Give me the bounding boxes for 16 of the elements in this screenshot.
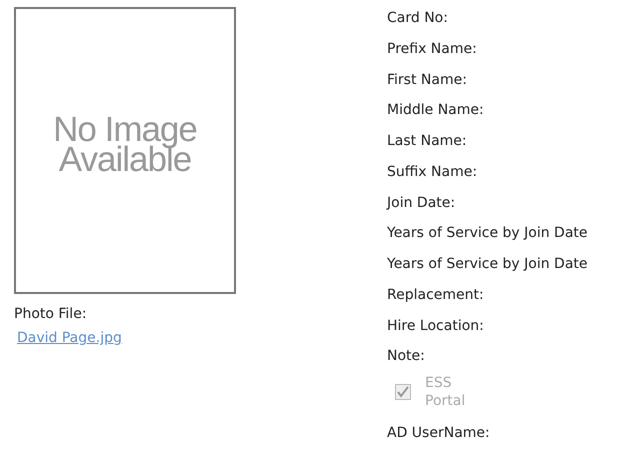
photo-file-label: Photo File: bbox=[14, 306, 88, 322]
field-label: AD UserName: bbox=[387, 424, 491, 444]
field-label: Middle Name: bbox=[387, 101, 485, 120]
field-label: Card No: bbox=[387, 9, 449, 28]
field-label: Prefix Name: bbox=[387, 40, 478, 59]
field-label: Replacement: bbox=[387, 286, 485, 305]
checkbox-label: ESS Portal bbox=[425, 374, 466, 410]
field-label: Years of Service by Join Date bbox=[387, 255, 588, 274]
field-label: Years of Service by Join Date bbox=[387, 224, 588, 244]
field-label: Join Date: bbox=[387, 194, 456, 213]
field-label: First Name: bbox=[387, 70, 468, 90]
field-label: Hire Location: bbox=[387, 316, 485, 336]
field-label: Last Name: bbox=[387, 132, 468, 152]
field-label: Note: bbox=[387, 347, 426, 366]
photo-file-link[interactable]: David Page.jpg bbox=[17, 330, 122, 346]
field-label: Suffix Name: bbox=[387, 162, 478, 182]
